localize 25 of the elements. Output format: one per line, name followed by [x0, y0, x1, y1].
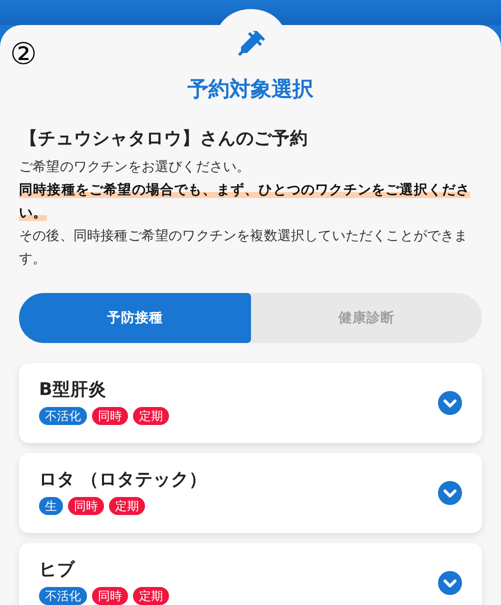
vaccine-name: ヒブ	[39, 559, 76, 581]
vaccine-tag: 不活化	[39, 407, 87, 425]
reservation-heading: 【チュウシャタロウ】さんのご予約	[20, 128, 309, 151]
emphasized-note: 同時接種をご希望の場合でも、まず、ひとつのワクチンをご選択ください。	[19, 181, 472, 223]
chevron-down-icon[interactable]	[438, 481, 462, 505]
page-title: 予約対象選択	[188, 76, 314, 103]
vaccine-tag: 定期	[133, 587, 169, 605]
vaccine-tag: 定期	[133, 407, 169, 425]
vaccine-tag: 不活化	[39, 587, 87, 605]
vaccine-card[interactable]: ヒブ 不活化 同時 定期	[19, 543, 482, 605]
vaccine-name: ロタ （ロタテック）	[39, 469, 208, 491]
vaccine-tag: 同時	[92, 587, 128, 605]
vaccine-name: B型肝炎	[39, 379, 108, 401]
marker-number: ②	[10, 40, 37, 70]
instruction-text: その後、同時接種ご希望のワクチンを複数選択していただくことができます。	[19, 228, 469, 269]
vaccine-card[interactable]: ロタ （ロタテック） 生 同時 定期	[19, 453, 482, 533]
tab[interactable]: 予防接種	[19, 293, 250, 343]
chevron-down-icon[interactable]	[438, 571, 462, 595]
vaccine-tag: 生	[39, 497, 63, 515]
chevron-down-icon[interactable]	[438, 391, 462, 415]
vaccine-tag: 同時	[68, 497, 104, 515]
vaccine-tag: 同時	[92, 407, 128, 425]
instruction-text: ご希望のワクチンをお選びください。	[19, 158, 252, 177]
vaccine-card[interactable]: B型肝炎 不活化 同時 定期	[19, 363, 482, 443]
vaccine-tag: 定期	[109, 497, 145, 515]
